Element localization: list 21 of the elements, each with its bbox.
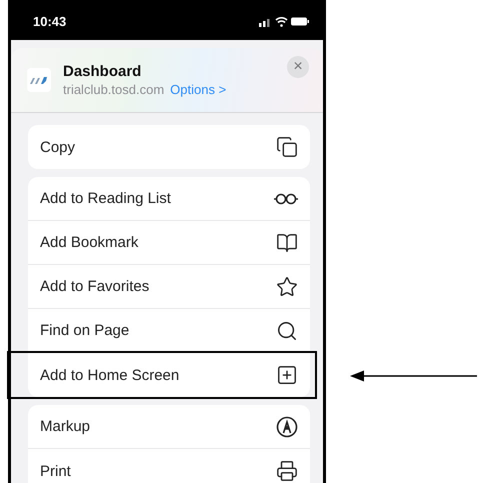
- action-row[interactable]: Add to Reading List: [28, 177, 310, 221]
- site-logo: [27, 68, 51, 92]
- documents-icon: [276, 136, 298, 158]
- action-row[interactable]: Print: [28, 449, 310, 483]
- action-row[interactable]: Add to Home Screen: [28, 353, 310, 397]
- pen-circle-icon: [276, 416, 298, 438]
- printer-icon: [276, 460, 298, 482]
- page-title: Dashboard: [63, 63, 142, 80]
- search-icon: [276, 320, 298, 342]
- action-row[interactable]: Add Bookmark: [28, 221, 310, 265]
- book-icon: [276, 232, 298, 254]
- action-row[interactable]: Find on Page: [28, 309, 310, 353]
- star-icon: [276, 276, 298, 298]
- action-row[interactable]: Copy: [28, 125, 310, 169]
- status-time: 10:43: [33, 14, 66, 29]
- glasses-icon: [274, 192, 298, 206]
- status-icons: [259, 16, 309, 27]
- plus-square-icon: [276, 364, 298, 386]
- action-row[interactable]: Markup: [28, 405, 310, 449]
- page-url: trialclub.tosd.com: [63, 82, 164, 97]
- action-row[interactable]: Add to Favorites: [28, 265, 310, 309]
